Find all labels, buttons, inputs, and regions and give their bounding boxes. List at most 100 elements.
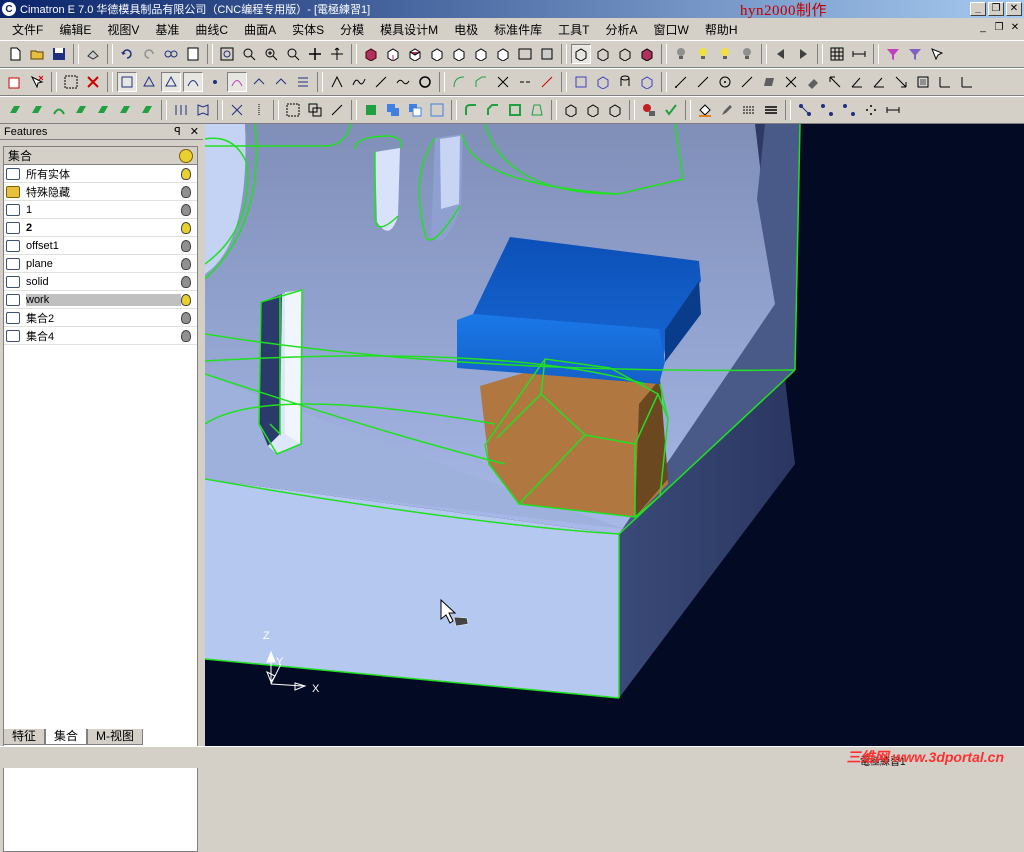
book-icon[interactable]: [193, 100, 213, 120]
arrow-down-icon[interactable]: [891, 72, 911, 92]
face-select-icon[interactable]: [561, 100, 581, 120]
visibility-bulb-icon[interactable]: [181, 311, 191, 324]
frame-icon[interactable]: [913, 72, 933, 92]
glasses-icon[interactable]: [161, 44, 181, 64]
circle-icon[interactable]: [415, 72, 435, 92]
project-curve-icon[interactable]: [593, 72, 613, 92]
fillet-icon[interactable]: [461, 100, 481, 120]
light-bulb-toggle-icon[interactable]: [737, 44, 757, 64]
view-right-icon[interactable]: [449, 44, 469, 64]
sketch-icon[interactable]: [327, 72, 347, 92]
set-row-7[interactable]: work: [4, 291, 197, 309]
node-icon[interactable]: [817, 100, 837, 120]
transform-icon[interactable]: [227, 100, 247, 120]
select-box-icon[interactable]: [61, 72, 81, 92]
arrow-right-icon[interactable]: [793, 44, 813, 64]
zoom-in-icon[interactable]: [261, 44, 281, 64]
restore-button[interactable]: ❐: [988, 2, 1004, 16]
line-style-icon[interactable]: [739, 100, 759, 120]
visibility-bulb-icon[interactable]: [181, 203, 191, 216]
line-tangent-icon[interactable]: [737, 72, 757, 92]
copy-icon[interactable]: [305, 100, 325, 120]
menu-tools[interactable]: 工具T: [550, 21, 597, 38]
move-icon[interactable]: [327, 100, 347, 120]
visibility-bulb-icon[interactable]: [181, 293, 191, 306]
pick-icon[interactable]: [5, 72, 25, 92]
mdi-restore-button[interactable]: ❐: [992, 22, 1006, 35]
electrode-red-icon[interactable]: [639, 100, 659, 120]
spline-icon[interactable]: [393, 72, 413, 92]
3d-viewport[interactable]: Z Y X: [205, 124, 1024, 746]
view-front-icon[interactable]: [427, 44, 447, 64]
set-row-5[interactable]: plane: [4, 255, 197, 273]
face-delete-icon[interactable]: [583, 100, 603, 120]
zoom-all-icon[interactable]: [217, 44, 237, 64]
dimension-icon[interactable]: [883, 100, 903, 120]
wireframe-icon[interactable]: [593, 44, 613, 64]
filter-wire-icon[interactable]: [227, 72, 247, 92]
check-icon[interactable]: [661, 100, 681, 120]
composite-curve-icon[interactable]: [349, 72, 369, 92]
menu-surface[interactable]: 曲面A: [236, 21, 284, 38]
cross-icon[interactable]: [781, 72, 801, 92]
offset-curve-icon[interactable]: [571, 72, 591, 92]
save-icon[interactable]: [49, 44, 69, 64]
ucs-icon[interactable]: [957, 72, 977, 92]
angle-icon[interactable]: [847, 72, 867, 92]
select-filter-icon[interactable]: [515, 44, 535, 64]
circle-center-icon[interactable]: [715, 72, 735, 92]
box-icon[interactable]: [361, 100, 381, 120]
angle-dim-icon[interactable]: [869, 72, 889, 92]
pin-button[interactable]: ꟼ: [174, 126, 181, 138]
line-width-icon[interactable]: [761, 100, 781, 120]
delete-icon[interactable]: [83, 72, 103, 92]
mdi-close-button[interactable]: ✕: [1008, 22, 1022, 35]
set-row-0[interactable]: 所有实体: [4, 165, 197, 183]
slot-cavity[interactable]: [259, 294, 282, 446]
grid-icon[interactable]: [827, 44, 847, 64]
visibility-bulb-icon[interactable]: [181, 329, 191, 342]
split-icon[interactable]: [171, 100, 191, 120]
redo-icon[interactable]: [139, 44, 159, 64]
view-iso-icon[interactable]: [383, 44, 403, 64]
intersection-curve-icon[interactable]: [637, 72, 657, 92]
shaded-view-icon[interactable]: [361, 44, 381, 64]
close-button[interactable]: ✕: [1006, 2, 1022, 16]
funnel-icon[interactable]: [905, 44, 925, 64]
zoom-window-icon[interactable]: [239, 44, 259, 64]
display-mode-icon[interactable]: [571, 44, 591, 64]
menu-datum[interactable]: 基准: [147, 21, 187, 38]
connect-icon[interactable]: [839, 100, 859, 120]
line-angle-icon[interactable]: [693, 72, 713, 92]
filter-layer-icon[interactable]: [249, 72, 269, 92]
measure-icon[interactable]: [849, 44, 869, 64]
paint-bucket-icon[interactable]: [695, 100, 715, 120]
drape-icon[interactable]: [115, 100, 135, 120]
line-tool-icon[interactable]: [671, 72, 691, 92]
light-bulb-all-icon[interactable]: [715, 44, 735, 64]
filter-point-icon[interactable]: [205, 72, 225, 92]
revolve-icon[interactable]: [27, 100, 47, 120]
menu-solid[interactable]: 实体S: [284, 21, 332, 38]
model-canvas[interactable]: Z Y X: [205, 124, 1024, 746]
new-file-icon[interactable]: [5, 44, 25, 64]
eraser-icon[interactable]: [803, 72, 823, 92]
set-row-4[interactable]: offset1: [4, 237, 197, 255]
line-icon[interactable]: [371, 72, 391, 92]
trim-curve-icon[interactable]: [493, 72, 513, 92]
cursor-x-icon[interactable]: [27, 72, 47, 92]
menu-edit[interactable]: 编辑E: [51, 21, 99, 38]
menu-analysis[interactable]: 分析A: [597, 21, 645, 38]
view-bottom-icon[interactable]: [493, 44, 513, 64]
visibility-bulb-icon[interactable]: [181, 221, 191, 234]
filter-icon[interactable]: [883, 44, 903, 64]
calculator-icon[interactable]: [183, 44, 203, 64]
filter-curve-icon[interactable]: [183, 72, 203, 92]
menu-file[interactable]: 文件F: [4, 21, 51, 38]
fill-icon[interactable]: [137, 100, 157, 120]
menu-standard-parts[interactable]: 标准件库: [486, 21, 550, 38]
chamfer-icon[interactable]: [483, 100, 503, 120]
render-mode-icon[interactable]: [637, 44, 657, 64]
menu-help[interactable]: 帮助H: [697, 21, 746, 38]
visibility-bulb-icon[interactable]: [181, 167, 191, 180]
